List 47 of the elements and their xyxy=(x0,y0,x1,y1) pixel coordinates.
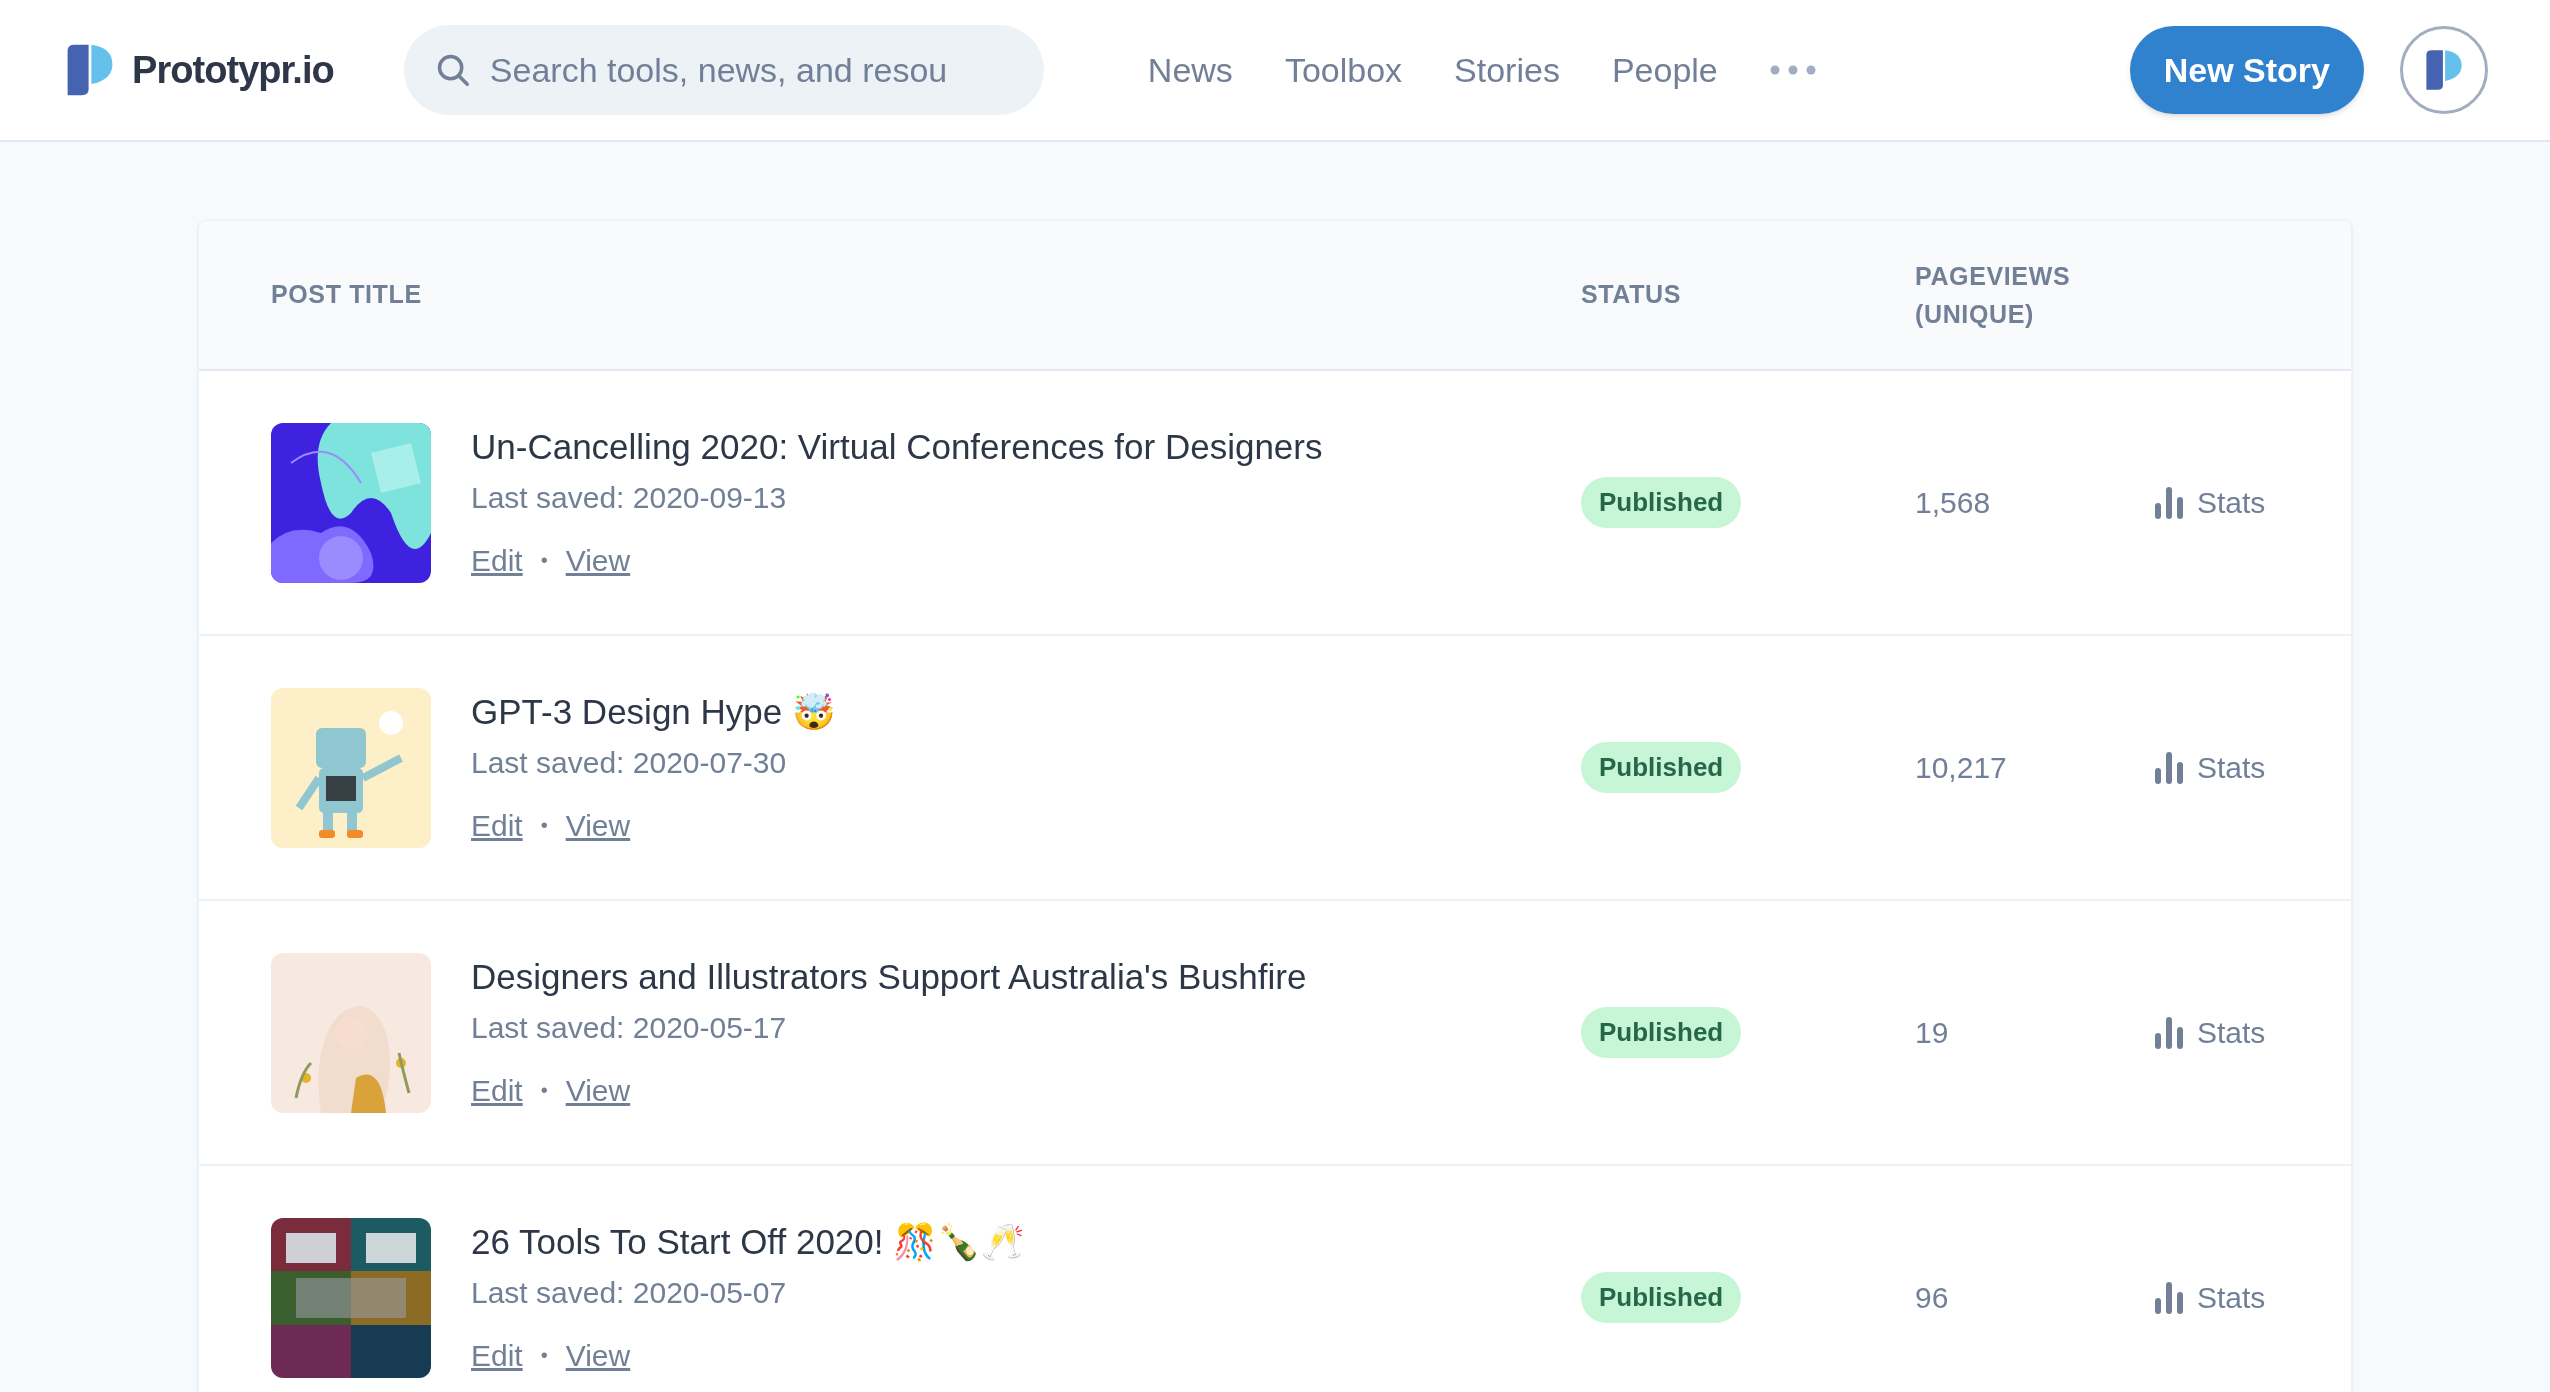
nav-link[interactable]: People xyxy=(1611,44,1718,96)
bar-chart-icon xyxy=(2155,486,2183,519)
view-link[interactable]: View xyxy=(565,1332,631,1378)
last-saved-date: Last saved: 2020-07-30 xyxy=(471,744,788,781)
separator-dot: • xyxy=(540,813,548,838)
bar-chart-icon xyxy=(2155,1281,2183,1314)
view-link[interactable]: View xyxy=(565,537,631,583)
stats-link[interactable]: Stats xyxy=(2155,1275,2279,1320)
stats-link[interactable]: Stats xyxy=(2155,745,2279,790)
edit-link[interactable]: Edit xyxy=(471,1332,523,1378)
edit-link[interactable]: Edit xyxy=(471,1067,523,1113)
view-link[interactable]: View xyxy=(565,1067,631,1113)
pageviews-count: 96 xyxy=(1915,1280,1950,1316)
avatar[interactable] xyxy=(2400,26,2488,114)
nav-link[interactable]: Toolbox xyxy=(1284,44,1403,96)
last-saved-date: Last saved: 2020-05-07 xyxy=(471,1274,788,1311)
status-badge: Published xyxy=(1581,1272,1742,1323)
column-header: POST TITLE xyxy=(271,279,423,311)
new-story-button[interactable]: New Story xyxy=(2129,26,2364,114)
view-link[interactable]: View xyxy=(565,802,631,848)
separator-dot: • xyxy=(540,548,548,573)
status-badge: Published xyxy=(1581,1007,1742,1058)
last-saved-date: Last saved: 2020-05-17 xyxy=(471,1009,788,1046)
separator-dot: • xyxy=(540,1343,548,1368)
post-title: 26 Tools To Start Off 2020! 🎊🍾🥂 xyxy=(471,1220,1026,1264)
stats-link[interactable]: Stats xyxy=(2155,480,2279,525)
separator-dot: • xyxy=(540,1078,548,1103)
post-title: Designers and Illustrators Support Australia's Bushfire xyxy=(471,955,1307,998)
edit-link[interactable]: Edit xyxy=(471,802,523,848)
bar-chart-icon xyxy=(2155,1016,2183,1049)
post-title: GPT-3 Design Hype 🤯 xyxy=(471,690,836,733)
site-name[interactable]: Prototypr.io xyxy=(132,41,334,99)
pageviews-count: 1,568 xyxy=(1915,485,1992,521)
search-field[interactable]: Search tools, news, and resou xyxy=(403,25,1044,115)
last-saved-date: Last saved: 2020-09-13 xyxy=(471,479,788,516)
column-header: PAGEVIEWS (UNIQUE) xyxy=(1915,261,2072,330)
column-header: STATUS xyxy=(1581,279,1683,311)
pageviews-count: 10,217 xyxy=(1915,750,2008,786)
stats-link[interactable]: Stats xyxy=(2155,1010,2279,1055)
nav-link[interactable]: News xyxy=(1147,44,1233,96)
bar-chart-icon xyxy=(2155,751,2183,784)
edit-link[interactable]: Edit xyxy=(471,537,523,583)
status-badge: Published xyxy=(1581,477,1742,528)
post-title: Un-Cancelling 2020: Virtual Conferences for Designers xyxy=(471,425,1323,468)
status-badge: Published xyxy=(1581,742,1742,793)
pageviews-count: 19 xyxy=(1915,1015,1950,1051)
nav-link[interactable]: Stories xyxy=(1454,44,1560,96)
